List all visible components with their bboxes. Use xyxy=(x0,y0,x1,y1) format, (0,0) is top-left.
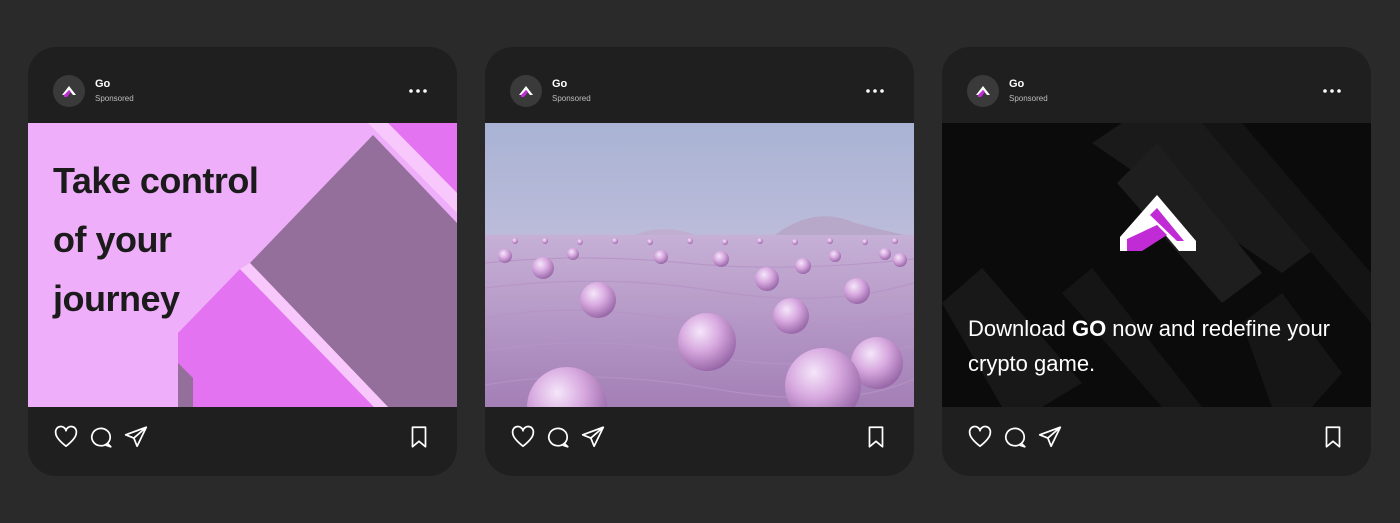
brand-avatar[interactable] xyxy=(967,75,999,107)
sponsored-label: Sponsored xyxy=(1009,94,1048,103)
more-options-icon[interactable] xyxy=(1321,86,1343,96)
post-media-image: Download GO now and redefine your crypto… xyxy=(942,123,1371,407)
send-icon xyxy=(581,426,605,448)
comment-button[interactable] xyxy=(88,424,114,450)
sponsored-label: Sponsored xyxy=(95,94,134,103)
tagline-brand-highlight: GO xyxy=(1071,316,1107,341)
brand-avatar[interactable] xyxy=(510,75,542,107)
sponsored-label: Sponsored xyxy=(552,94,591,103)
go-logo-icon xyxy=(976,86,990,97)
like-button[interactable] xyxy=(967,424,993,450)
save-button[interactable] xyxy=(1320,424,1346,450)
send-icon xyxy=(124,426,148,448)
bookmark-icon xyxy=(411,426,427,448)
pink-spheres-landscape-image xyxy=(485,123,914,407)
send-icon xyxy=(1038,426,1062,448)
brand-name[interactable]: Go xyxy=(95,78,110,91)
heart-icon xyxy=(511,425,535,448)
go-logo-icon xyxy=(62,86,76,97)
save-button[interactable] xyxy=(863,424,889,450)
save-button[interactable] xyxy=(406,424,432,450)
bookmark-icon xyxy=(868,426,884,448)
heart-icon xyxy=(54,425,78,448)
heart-icon xyxy=(968,425,992,448)
brand-name[interactable]: Go xyxy=(1009,78,1024,91)
post-headline: Take control of your journey xyxy=(53,160,259,319)
post-header: Go Sponsored xyxy=(485,47,914,123)
post-tagline: Download GO now and redefine your crypto… xyxy=(968,311,1348,381)
comment-button[interactable] xyxy=(1002,424,1028,450)
post-header: Go Sponsored xyxy=(942,47,1371,123)
like-button[interactable] xyxy=(53,424,79,450)
more-options-icon[interactable] xyxy=(864,86,886,96)
brand-name[interactable]: Go xyxy=(552,78,567,91)
more-options-icon[interactable] xyxy=(407,86,429,96)
comment-icon xyxy=(1004,427,1026,448)
go-logo-icon xyxy=(519,86,533,97)
tagline-text-start: Download xyxy=(968,316,1072,341)
post-actions xyxy=(485,407,914,476)
bookmark-icon xyxy=(1325,426,1341,448)
post-header: Go Sponsored xyxy=(28,47,457,123)
post-card-2: Go Sponsored xyxy=(485,47,914,476)
post-card-3: Go Sponsored Download GO now and redefin… xyxy=(942,47,1371,476)
share-button[interactable] xyxy=(1037,424,1063,450)
share-button[interactable] xyxy=(123,424,149,450)
like-button[interactable] xyxy=(510,424,536,450)
brand-avatar[interactable] xyxy=(53,75,85,107)
comment-button[interactable] xyxy=(545,424,571,450)
comment-icon xyxy=(90,427,112,448)
post-actions xyxy=(942,407,1371,476)
comment-icon xyxy=(547,427,569,448)
share-button[interactable] xyxy=(580,424,606,450)
post-media-image: Take control of your journey xyxy=(28,123,457,407)
post-card-1: Go Sponsored Take control of your journe… xyxy=(28,47,457,476)
post-actions xyxy=(28,407,457,476)
post-media-image xyxy=(485,123,914,407)
